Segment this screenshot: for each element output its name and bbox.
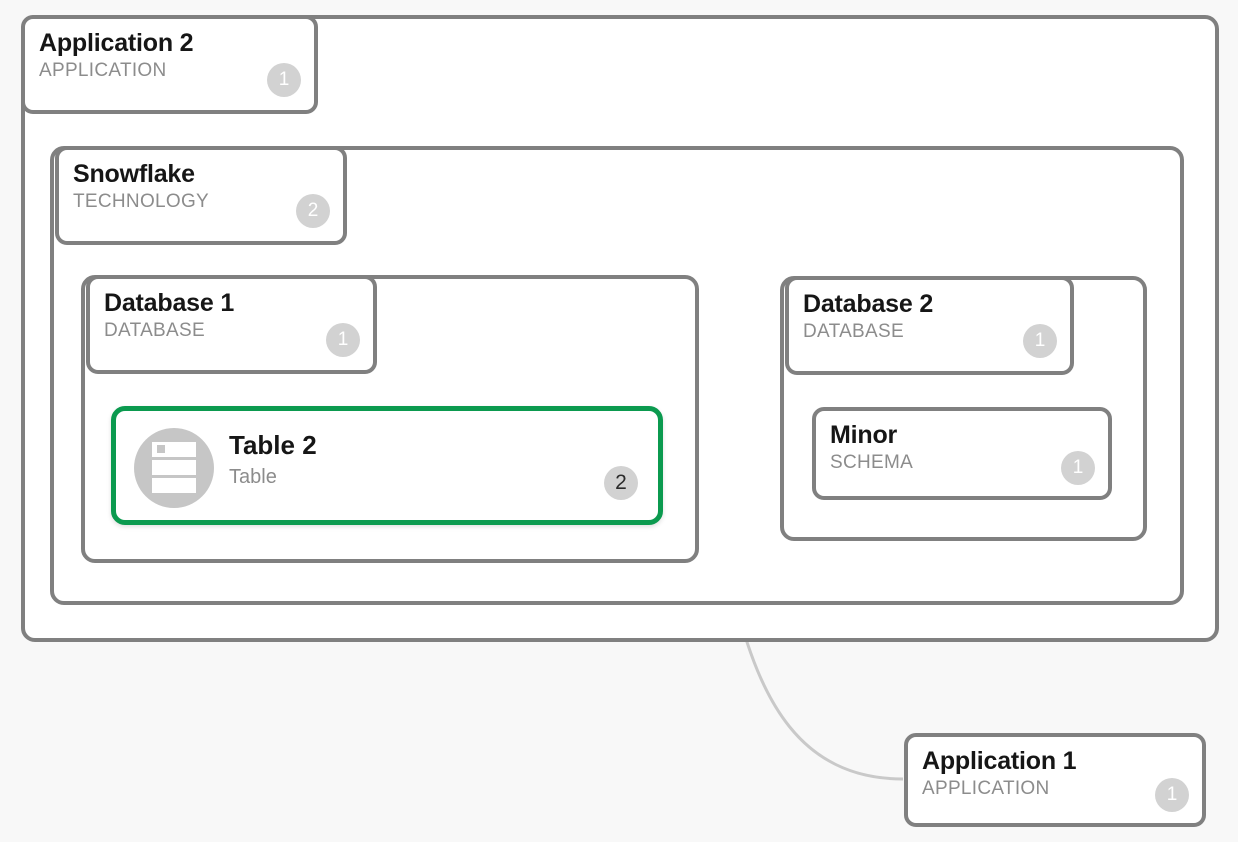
node-badge-minor: 1	[1061, 451, 1095, 485]
table-icon	[134, 428, 214, 508]
group-badge-application-2: 1	[267, 63, 301, 97]
node-table-2[interactable]: Table 2 Table 2	[111, 406, 663, 525]
group-title-snowflake: Snowflake	[73, 160, 195, 188]
group-header-snowflake[interactable]: Snowflake TECHNOLOGY 2	[55, 146, 347, 245]
group-header-application-2[interactable]: Application 2 APPLICATION 1	[21, 15, 318, 114]
node-application-1[interactable]: Application 1 APPLICATION 1	[904, 733, 1206, 827]
node-badge-table-2: 2	[604, 466, 638, 500]
node-title-minor: Minor	[830, 421, 898, 449]
node-subtitle-application-1: APPLICATION	[922, 778, 1050, 799]
group-subtitle-database-1: DATABASE	[104, 320, 205, 341]
node-badge-application-1: 1	[1155, 778, 1189, 812]
group-badge-database-1: 1	[326, 323, 360, 357]
group-title-database-2: Database 2	[803, 290, 934, 318]
group-badge-database-2: 1	[1023, 324, 1057, 358]
group-subtitle-application-2: APPLICATION	[39, 60, 167, 81]
node-subtitle-minor: SCHEMA	[830, 452, 914, 473]
node-title-table-2: Table 2	[229, 430, 317, 460]
group-header-database-2[interactable]: Database 2 DATABASE 1	[785, 276, 1074, 375]
node-subtitle-table-2: Table	[229, 466, 277, 488]
group-badge-snowflake: 2	[296, 194, 330, 228]
group-subtitle-database-2: DATABASE	[803, 321, 904, 342]
group-title-database-1: Database 1	[104, 289, 235, 317]
node-minor[interactable]: Minor SCHEMA 1	[812, 407, 1112, 500]
group-title-application-2: Application 2	[39, 29, 194, 57]
group-header-database-1[interactable]: Database 1 DATABASE 1	[86, 275, 377, 374]
node-table-2-text: Table 2 Table	[229, 428, 317, 492]
node-title-application-1: Application 1	[922, 747, 1077, 775]
group-subtitle-snowflake: TECHNOLOGY	[73, 191, 210, 212]
